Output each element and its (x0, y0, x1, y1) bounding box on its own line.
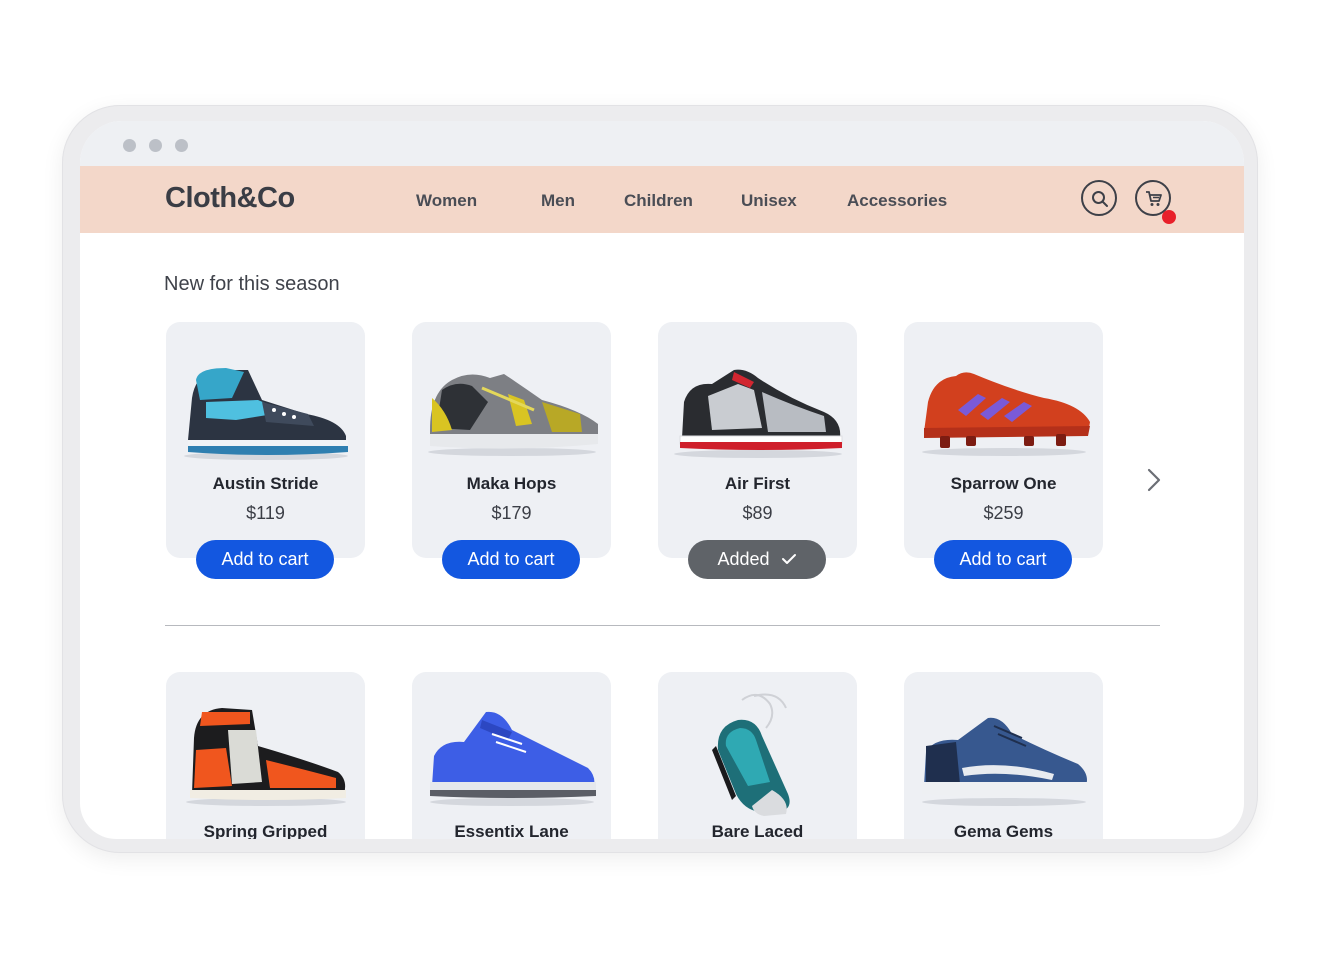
product-price: $259 (983, 503, 1024, 523)
section-divider (165, 625, 1160, 626)
nav-link-children[interactable]: Children (624, 191, 693, 211)
add-to-cart-button[interactable]: Add to cart (196, 540, 334, 579)
add-to-cart-button[interactable]: Add to cart (934, 540, 1072, 579)
product-card[interactable]: Spring Gripped (166, 672, 365, 839)
nav-link-men[interactable]: Men (541, 191, 575, 211)
added-to-cart-button[interactable]: Added (688, 540, 826, 579)
high-top-sneaker-image (186, 708, 346, 806)
button-label: Add to cart (467, 549, 555, 569)
window-minimize-dot[interactable] (149, 139, 162, 152)
button-label: Add to cart (959, 549, 1047, 569)
button-label: Added (717, 549, 770, 569)
product-price: $179 (491, 503, 532, 523)
chevron-right-icon[interactable] (1144, 466, 1164, 494)
product-name: Sparrow One (950, 474, 1057, 493)
product-card[interactable]: Essentix Lane (412, 672, 611, 839)
high-top-sneaker-image (184, 368, 348, 460)
product-card[interactable]: Austin Stride $119 (166, 322, 365, 558)
add-to-cart-button[interactable]: Add to cart (442, 540, 580, 579)
product-card[interactable]: Gema Gems (904, 672, 1103, 839)
suede-sneaker-image (922, 717, 1088, 806)
canvas-sneaker-image (430, 711, 596, 806)
product-name: Spring Gripped (203, 822, 328, 839)
browser-window: Cloth&Co Women Men Children Unisex Acces… (80, 121, 1244, 839)
product-name: Essentix Lane (454, 822, 569, 839)
product-card[interactable]: Maka Hops $179 (412, 322, 611, 558)
window-maximize-dot[interactable] (175, 139, 188, 152)
laced-sneaker-image (712, 693, 790, 816)
product-name: Bare Laced (711, 822, 804, 839)
running-shoe-image (428, 374, 598, 456)
window-titlebar (80, 121, 1244, 166)
cart-notification-badge (1162, 210, 1176, 224)
low-top-sneaker-image (674, 369, 843, 458)
product-price: $89 (742, 503, 773, 523)
nav-link-women[interactable]: Women (416, 191, 477, 211)
nav-link-accessories[interactable]: Accessories (847, 191, 947, 211)
football-boot-image (922, 372, 1090, 456)
search-button[interactable] (1081, 180, 1117, 216)
cart-icon (1146, 191, 1162, 206)
top-navbar: Cloth&Co Women Men Children Unisex Acces… (80, 166, 1244, 233)
product-name: Austin Stride (212, 474, 319, 493)
search-icon (1092, 191, 1108, 207)
window-close-dot[interactable] (123, 139, 136, 152)
product-name: Gema Gems (953, 822, 1054, 839)
product-price: $119 (246, 503, 285, 523)
brand-logo[interactable]: Cloth&Co (165, 182, 295, 215)
product-card[interactable]: Air First $89 (658, 322, 857, 558)
section-title: New for this season (164, 273, 340, 295)
product-card[interactable]: Bare Laced (658, 672, 857, 839)
product-card[interactable]: Sparrow One $259 (904, 322, 1103, 558)
checkmark-icon (781, 554, 796, 564)
button-label: Add to cart (221, 549, 309, 569)
product-name: Air First (724, 474, 791, 493)
nav-link-unisex[interactable]: Unisex (741, 191, 797, 211)
product-name: Maka Hops (466, 474, 557, 493)
